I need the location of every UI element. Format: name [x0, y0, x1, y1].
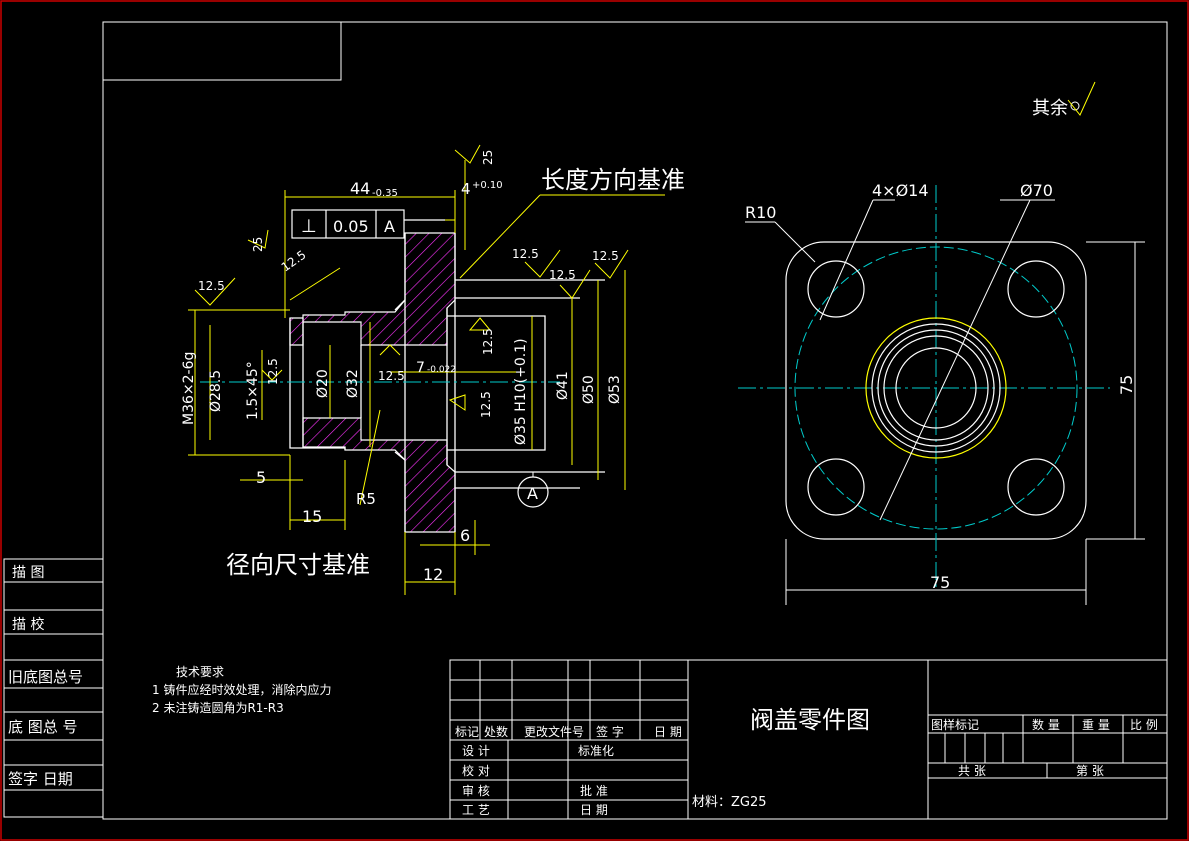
- material: 材料：ZG25: [692, 795, 767, 810]
- hatch-lower: [302, 417, 456, 533]
- side-table-cell-5: 签字 日期: [8, 770, 73, 788]
- roughness-3: 12.5: [279, 248, 309, 275]
- svg-text:其余: 其余: [1032, 98, 1068, 119]
- part-name: 阀盖零件图: [750, 706, 870, 734]
- rev-header-2: 处数: [484, 724, 508, 739]
- roughness-1: 25: [481, 150, 495, 165]
- dim-phi35: Ø35 H10(+0.1): [513, 338, 529, 445]
- side-table-cell-1: 描 图: [12, 565, 44, 581]
- datum-label: A: [527, 484, 538, 503]
- right-header-1: 图样标记: [931, 717, 979, 732]
- svg-text:技术要求: 技术要求: [176, 665, 224, 679]
- tech-requirements: 技术要求 1 铸件应经时效处理，消除内应力 2 未注铸造圆角为R1-R3: [152, 665, 331, 715]
- top-left-box: [102, 21, 342, 81]
- dim-4-tol: +0.10: [472, 180, 503, 191]
- roughness-6: 12.5: [592, 249, 619, 263]
- roughness-8: 12.5: [378, 369, 405, 383]
- row-review: 审 核: [462, 783, 490, 798]
- rev-header-1: 标记: [455, 725, 479, 739]
- roughness-7: 12.5: [481, 328, 495, 355]
- roughness-10: 12.5: [266, 358, 280, 385]
- side-table-cell-4: 底 图总 号: [8, 718, 78, 736]
- side-table-cell-3: 旧底图总号: [8, 668, 83, 686]
- row-check: 校 对: [462, 763, 490, 778]
- dim-5: 5: [256, 468, 266, 487]
- dim-chamfer: 1.5×45°: [245, 361, 261, 420]
- dim-phi28-5: Ø28.5: [208, 370, 224, 412]
- dim-width-75: 75: [930, 573, 950, 592]
- bolt-hole-bl: [807, 458, 865, 516]
- dim-phi53: Ø53: [607, 375, 623, 404]
- dim-phi20: Ø20: [315, 369, 331, 398]
- row-standard: 标准化: [578, 744, 614, 758]
- bolt-hole-br: [1007, 458, 1065, 516]
- length-datum-label: 长度方向基准: [541, 166, 685, 194]
- section-view: ⊥ 0.05 A A 44 -0.35 4 +0.10 5 15 12 6 R5…: [181, 144, 665, 595]
- svg-text:2 未注铸造圆角为R1-R3: 2 未注铸造圆角为R1-R3: [152, 700, 284, 715]
- row-date: 日 期: [580, 803, 608, 817]
- dim-height-75: 75: [1117, 375, 1136, 395]
- sheet-total: 共 张: [958, 764, 986, 778]
- side-table-cell-2: 描 校: [12, 616, 44, 633]
- row-design: 设 计: [462, 744, 490, 758]
- dim-4-holes: 4×Ø14: [872, 181, 929, 200]
- gtol-value: 0.05: [333, 217, 369, 236]
- dim-12: 12: [423, 565, 443, 584]
- gtol-datum: A: [384, 217, 395, 236]
- dim-6: 6: [460, 526, 470, 545]
- drawing-canvas: 描 图 描 校 旧底图总号 底 图总 号 签字 日期 ⊥ 0.05 A A 44…: [0, 0, 1189, 841]
- dim-44-tol: -0.35: [372, 188, 398, 199]
- roughness-11: 12.5: [479, 391, 493, 418]
- plan-view: R10 4×Ø14 Ø70 75 75: [738, 181, 1145, 605]
- right-header-2: 数 量: [1032, 717, 1060, 732]
- roughness-default: 其余: [1032, 81, 1096, 119]
- dim-phi50: Ø50: [581, 375, 597, 404]
- radial-datum-label: 径向尺寸基准: [226, 551, 370, 579]
- dim-4: 4: [461, 180, 471, 198]
- dim-phi32: Ø32: [345, 369, 361, 398]
- sheet-number: 第 张: [1076, 764, 1104, 778]
- dim-phi70: Ø70: [1020, 181, 1053, 200]
- hatch-upper: [289, 232, 456, 346]
- rev-header-4: 签 字: [596, 724, 624, 739]
- right-header-3: 重 量: [1082, 718, 1110, 732]
- svg-text:1 铸件应经时效处理，消除内应力: 1 铸件应经时效处理，消除内应力: [152, 682, 331, 697]
- gtol-symbol: ⊥: [301, 216, 317, 237]
- dim-7: 7: [416, 360, 425, 376]
- roughness-4: 12.5: [512, 247, 539, 261]
- roughness-5: 12.5: [549, 268, 576, 282]
- row-process: 工 艺: [462, 803, 490, 817]
- dim-m36: M36×2-6g: [181, 352, 197, 425]
- dim-7-tol: -0.022: [427, 365, 456, 375]
- rev-header-5: 日 期: [654, 725, 682, 739]
- dim-44: 44: [350, 179, 370, 198]
- dim-15: 15: [302, 507, 322, 526]
- drawing-frame: [102, 21, 1168, 820]
- dim-r10: R10: [745, 203, 776, 222]
- roughness-2: 12.5: [198, 279, 225, 293]
- dim-r5: R5: [356, 490, 376, 508]
- right-header-4: 比 例: [1130, 718, 1158, 732]
- dim-phi41: Ø41: [555, 371, 571, 400]
- title-block: [449, 659, 1168, 820]
- roughness-9: 25: [251, 237, 265, 252]
- rev-header-3: 更改文件号: [524, 724, 584, 739]
- row-approve: 批 准: [580, 783, 608, 798]
